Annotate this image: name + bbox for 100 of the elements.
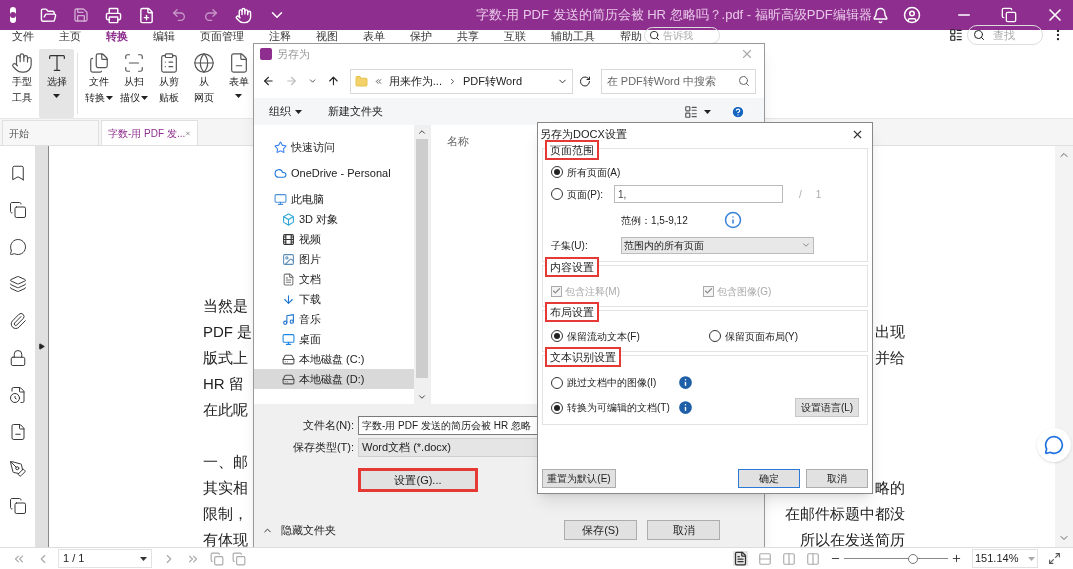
menu-tab[interactable]: 注释 (269, 30, 291, 42)
print-icon[interactable] (105, 6, 122, 24)
document-tab[interactable]: 开始 (2, 120, 99, 145)
refresh-icon[interactable] (578, 74, 591, 88)
fullscreen-icon[interactable] (1048, 552, 1061, 565)
menu-tab[interactable]: 转换 (106, 30, 128, 42)
page-field[interactable]: 1 / 1 (58, 549, 152, 568)
caret-icon[interactable] (235, 94, 242, 98)
document-tab[interactable]: 字数-用 PDF 发... (101, 120, 198, 145)
radio-button[interactable] (551, 330, 563, 342)
option-label: 所有页面(A) (567, 165, 621, 180)
menu-tab[interactable]: 表单 (363, 30, 385, 42)
file-icon[interactable] (8, 423, 27, 441)
menu-tab[interactable]: 互联 (504, 30, 526, 42)
menu-tab[interactable]: 编辑 (153, 30, 175, 42)
set-language-button[interactable]: 设置语言(L) (795, 398, 859, 417)
menu-tab[interactable]: 共享 (457, 30, 479, 42)
radio-button[interactable] (551, 376, 563, 389)
pages-icon[interactable] (8, 201, 27, 219)
tree-item[interactable]: 快速访问 (254, 137, 414, 157)
dialog-button[interactable]: 重置为默认(E) (542, 469, 616, 488)
tree-item[interactable]: OneDrive - Personal (254, 163, 414, 183)
dialog-button[interactable]: 取消 (806, 469, 868, 488)
single-page-icon[interactable] (733, 551, 748, 566)
user-icon[interactable] (902, 6, 921, 24)
save-icon[interactable] (73, 7, 89, 23)
document-text: 出现 (875, 321, 905, 342)
scrollbar-thumb[interactable] (416, 139, 428, 378)
bell-icon[interactable] (871, 6, 889, 24)
info-icon[interactable] (723, 211, 742, 229)
tree-item[interactable]: 此电脑 (254, 189, 414, 209)
tree-item[interactable]: 下载 (254, 289, 414, 309)
chat-assistant-button[interactable] (1037, 428, 1071, 462)
caret-icon[interactable] (704, 109, 711, 114)
breadcrumb-item[interactable]: PDF转Word (462, 72, 523, 90)
radio-button[interactable] (551, 401, 563, 414)
scroll-up-icon[interactable] (417, 127, 427, 137)
recent-icon[interactable] (307, 76, 317, 86)
settings-button[interactable]: 设置(G)... (358, 468, 478, 492)
tree-item[interactable]: 本地磁盘 (C:) (254, 349, 414, 369)
tree-item[interactable]: 本地磁盘 (D:) (254, 369, 414, 389)
dialog-button[interactable]: 确定 (738, 469, 800, 488)
restore-icon[interactable] (1000, 7, 1017, 23)
menu-tab[interactable]: 辅助工具 (551, 30, 595, 42)
copy-icon[interactable] (8, 497, 27, 515)
layers-icon[interactable] (8, 275, 27, 293)
subset-dropdown[interactable]: 范围内的所有页面 (621, 236, 814, 254)
up-icon[interactable] (326, 74, 340, 88)
menu-tab[interactable]: 保护 (410, 30, 432, 42)
tree-item[interactable]: 音乐 (254, 309, 414, 329)
hide-folders-link[interactable]: 隐藏文件夹 (281, 521, 336, 539)
file-clock-icon[interactable] (8, 386, 27, 404)
menu-tab[interactable]: 页面管理 (200, 30, 244, 42)
hand-icon[interactable] (235, 6, 252, 24)
open-folder-icon[interactable] (40, 6, 57, 24)
organize-button[interactable]: 组织 (269, 103, 302, 120)
tree-item[interactable]: 3D 对象 (254, 209, 414, 229)
caret-icon[interactable] (140, 556, 147, 561)
pen-icon[interactable] (8, 460, 27, 478)
tree-item[interactable]: 桌面 (254, 329, 414, 349)
address-bar[interactable]: 用来作为... PDF转Word (349, 68, 573, 94)
radio-button[interactable] (551, 166, 563, 178)
caret-icon[interactable] (105, 96, 113, 100)
zoom-field[interactable]: 151.14% (972, 549, 1038, 568)
new-folder-button[interactable]: 新建文件夹 (328, 103, 383, 120)
overflow-icon[interactable] (373, 76, 383, 86)
page-range-field[interactable]: 1, (614, 185, 783, 203)
zoom-in-icon[interactable] (951, 553, 962, 564)
paperclip-icon[interactable] (8, 312, 27, 330)
expand-panel-icon[interactable] (38, 343, 45, 350)
dialog-button[interactable]: 保存(S) (564, 520, 637, 540)
search-field[interactable]: 在 PDF转Word 中搜索 (600, 68, 756, 94)
menu-tab[interactable]: 主页 (59, 30, 81, 42)
tree-item[interactable]: 文档 (254, 269, 414, 289)
caret-icon[interactable] (140, 96, 148, 100)
back-icon[interactable] (262, 74, 275, 88)
zoom-slider[interactable] (844, 552, 948, 565)
caret-icon[interactable] (53, 94, 60, 98)
chat-icon (1044, 435, 1064, 455)
tree-item[interactable]: 视频 (254, 229, 414, 249)
find-options-icon[interactable] (949, 28, 963, 42)
slider-thumb[interactable] (907, 553, 918, 564)
menu-tab[interactable]: 视图 (316, 30, 338, 42)
help-icon[interactable] (731, 104, 745, 119)
breadcrumb-item[interactable]: 用来作为... (388, 72, 442, 90)
comment-icon[interactable] (8, 238, 27, 256)
radio-button[interactable] (708, 330, 721, 342)
dialog-button[interactable]: 取消 (647, 520, 720, 540)
new-file-icon[interactable] (138, 6, 155, 24)
menu-tab[interactable]: 文件 (12, 30, 34, 42)
scroll-down-icon[interactable] (417, 392, 427, 402)
view-icon[interactable] (684, 104, 698, 119)
column-header[interactable]: 名称 (447, 135, 469, 147)
tree-item[interactable]: 图片 (254, 249, 414, 269)
lock-icon[interactable] (8, 349, 27, 367)
ribbon-tool[interactable]: 选择 (39, 49, 74, 118)
option-label: 保留流动文本(F) (567, 329, 640, 344)
menu-tab[interactable]: 帮助 (620, 30, 642, 42)
radio-button[interactable] (551, 188, 563, 200)
caret-icon[interactable] (295, 109, 302, 114)
